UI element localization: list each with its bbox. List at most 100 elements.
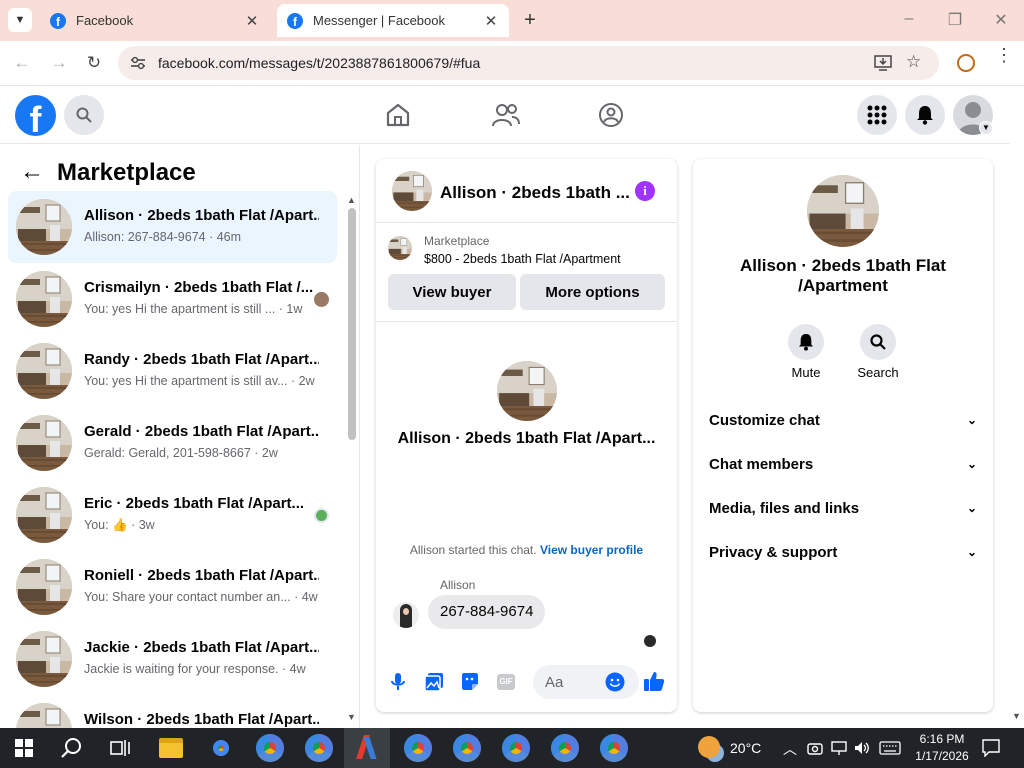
account-chevron-icon[interactable]: ▼	[979, 121, 993, 135]
groups-icon[interactable]	[598, 102, 624, 128]
customize-chat-section[interactable]: Customize chat ⌄	[709, 405, 977, 435]
chrome-profile-icon[interactable]	[256, 734, 284, 762]
chat-title[interactable]: Allison · 2beds 1bath ...	[440, 183, 630, 203]
seen-receipt-avatar	[644, 635, 656, 647]
list-scrollbar-thumb[interactable]	[348, 208, 356, 440]
conversation-item[interactable]: Crismailyn · 2beds 1bath Flat /... You: …	[8, 263, 337, 335]
reload-icon[interactable]: ↻	[83, 53, 105, 75]
info-avatar[interactable]	[807, 175, 879, 247]
conversation-name: Eric · 2beds 1bath Flat /Apart...	[84, 495, 305, 512]
chrome-profile-icon[interactable]	[453, 734, 481, 762]
chrome-profile-icon[interactable]	[207, 734, 235, 762]
clock-date[interactable]: 1/17/2026	[908, 749, 976, 763]
emoji-icon[interactable]	[605, 672, 625, 692]
windows-taskbar: 20°C ︿ 6:16 PM 1/17/2026	[0, 728, 1024, 768]
message-bubble[interactable]: 267-884-9674	[428, 595, 546, 629]
tray-chevron-up-icon[interactable]: ︿	[783, 739, 797, 759]
section-label: Customize chat	[709, 411, 820, 429]
conversation-item[interactable]: Allison · 2beds 1bath Flat /Apart... All…	[8, 191, 337, 263]
message-input-placeholder: Aa	[545, 674, 564, 691]
photo-icon[interactable]	[424, 672, 444, 692]
info-icon[interactable]: i	[635, 181, 655, 201]
weather-icon[interactable]	[698, 736, 720, 758]
close-window-icon[interactable]: ✕	[989, 10, 1013, 30]
site-info-icon[interactable]	[130, 56, 146, 70]
file-explorer-icon[interactable]	[159, 738, 183, 758]
more-options-button[interactable]: More options	[520, 274, 665, 310]
profile-icon[interactable]	[957, 54, 975, 72]
install-app-icon[interactable]	[874, 55, 892, 71]
grid-menu-icon	[867, 105, 887, 125]
chrome-profile-icon[interactable]	[551, 734, 579, 762]
conversation-item[interactable]: Wilson · 2beds 1bath Flat /Apart...	[8, 695, 337, 728]
task-view-icon[interactable]	[110, 739, 130, 757]
minimize-icon[interactable]: –	[897, 10, 921, 28]
gif-icon[interactable]: GIF	[497, 674, 515, 690]
mute-button[interactable]: Mute	[781, 324, 831, 380]
conversation-item[interactable]: Jackie · 2beds 1bath Flat /Apart... Jack…	[8, 623, 337, 695]
maximize-icon[interactable]: ❐	[943, 10, 967, 30]
keyboard-icon[interactable]	[879, 741, 901, 755]
clock-time[interactable]: 6:16 PM	[912, 732, 972, 746]
view-buyer-button[interactable]: View buyer	[388, 274, 516, 310]
privacy-support-section[interactable]: Privacy & support ⌄	[709, 537, 977, 567]
friends-icon[interactable]	[492, 102, 520, 128]
conversation-item[interactable]: Gerald · 2beds 1bath Flat /Apart... Gera…	[8, 407, 337, 479]
forward-icon[interactable]: →	[48, 53, 70, 75]
menu-button[interactable]	[857, 95, 897, 135]
chrome-profile-icon[interactable]	[600, 734, 628, 762]
like-thumbs-up-icon[interactable]	[643, 670, 665, 692]
chat-panel: Allison · 2beds 1bath ... i Marketplace …	[376, 159, 677, 712]
weather-temp[interactable]: 20°C	[730, 740, 761, 756]
close-tab-icon[interactable]: ✕	[244, 12, 260, 30]
notifications-button[interactable]	[905, 95, 945, 135]
tab-search-button[interactable]: ▼	[8, 8, 32, 32]
volume-icon[interactable]	[854, 740, 870, 756]
sender-avatar[interactable]	[393, 602, 419, 628]
new-tab-button[interactable]: +	[518, 8, 542, 32]
scroll-up-arrow[interactable]: ▲	[347, 195, 356, 205]
chrome-profile-icon[interactable]	[502, 734, 530, 762]
chrome-profile-icon[interactable]	[305, 734, 333, 762]
browser-menu-icon[interactable]: ⋮	[995, 46, 1013, 64]
conversation-item[interactable]: Eric · 2beds 1bath Flat /Apart... You: 👍…	[8, 479, 337, 551]
view-buyer-profile-link[interactable]: View buyer profile	[540, 543, 643, 557]
microphone-icon[interactable]	[390, 672, 406, 692]
conversation-preview: Jackie is waiting for your response. · 4…	[84, 662, 306, 676]
facebook-favicon-icon: f	[50, 12, 66, 29]
conversation-item[interactable]: Randy · 2beds 1bath Flat /Apart... You: …	[8, 335, 337, 407]
close-tab-icon[interactable]: ✕	[483, 12, 499, 30]
chat-started-notice: Allison started this chat. View buyer pr…	[376, 543, 677, 557]
back-icon[interactable]: ←	[11, 53, 33, 75]
camera-icon[interactable]	[807, 741, 823, 755]
search-in-conversation-button[interactable]: Search	[851, 324, 905, 380]
conversation-preview: You: yes Hi the apartment is still ... ·…	[84, 302, 303, 316]
chat-members-section[interactable]: Chat members ⌄	[709, 449, 977, 479]
home-icon[interactable]	[385, 102, 411, 128]
scroll-down-arrow[interactable]: ▼	[347, 712, 356, 722]
search-icon[interactable]	[61, 737, 83, 759]
back-arrow-icon[interactable]: ←	[20, 159, 44, 185]
chat-avatar[interactable]	[392, 171, 432, 211]
facebook-logo-icon[interactable]: f	[15, 95, 56, 136]
tab-messenger[interactable]: f Messenger | Facebook ✕	[277, 4, 509, 37]
chrome-profile-icon[interactable]	[404, 734, 432, 762]
page-scroll-down-arrow[interactable]: ▼	[1012, 711, 1021, 721]
conversation-item[interactable]: Roniell · 2beds 1bath Flat /Apart... You…	[8, 551, 337, 623]
bell-icon	[798, 334, 814, 351]
conversation-preview: You: 👍 · 3w	[84, 518, 155, 532]
listing-thumbnail	[16, 703, 72, 728]
search-button[interactable]	[64, 95, 104, 135]
media-files-links-section[interactable]: Media, files and links ⌄	[709, 493, 977, 523]
omnibox[interactable]: facebook.com/messages/t/2023887861800679…	[118, 46, 939, 80]
notification-center-icon[interactable]	[982, 739, 1000, 757]
listing-text[interactable]: $800 - 2beds 1bath Flat /Apartment	[424, 252, 621, 266]
profile-avatar[interactable]	[497, 361, 557, 421]
bookmark-star-icon[interactable]: ☆	[906, 52, 921, 72]
active-app-highlight[interactable]	[344, 728, 390, 768]
network-icon[interactable]	[831, 740, 847, 756]
tab-facebook[interactable]: f Facebook ✕	[40, 4, 270, 37]
page-scrollbar[interactable]: ▼	[1010, 145, 1024, 728]
windows-start-icon[interactable]	[15, 739, 33, 757]
sticker-icon[interactable]	[460, 672, 480, 692]
